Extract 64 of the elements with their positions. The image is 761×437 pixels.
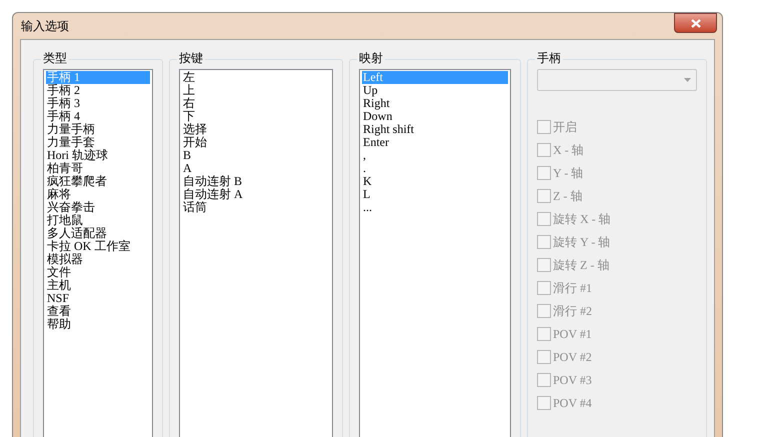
checkbox-label: POV #4	[553, 395, 592, 412]
list-item[interactable]: 开始	[182, 136, 208, 149]
group-label: 类型	[41, 50, 69, 66]
list-box[interactable]: Left Up Right Down Right shift Enter , . K L ...	[359, 69, 511, 437]
checkbox-label: 旋转 Y - 轴	[553, 234, 610, 251]
list-item[interactable]: ...	[362, 201, 373, 214]
checkbox-label: 旋转 X - 轴	[553, 211, 611, 228]
list-item[interactable]: 自动连射 B	[182, 175, 244, 188]
window-title: 输入选项	[21, 18, 69, 35]
list-item[interactable]: 卡拉 OK 工作室	[46, 240, 132, 253]
list-item[interactable]: 左	[182, 71, 196, 84]
checkbox-label: 旋转 Z - 轴	[553, 257, 610, 274]
list-item[interactable]: 下	[182, 110, 196, 123]
list-item[interactable]: L	[362, 188, 372, 201]
checkbox-label: 开启	[553, 119, 577, 136]
checkbox-label: Y - 轴	[553, 165, 584, 182]
list-item[interactable]: 麻将	[46, 188, 72, 201]
checkbox-label: POV #2	[553, 349, 592, 366]
list-item[interactable]: Enter	[362, 136, 390, 149]
list-item[interactable]: 选择	[182, 123, 208, 136]
list-item[interactable]: 多人适配器	[46, 227, 108, 240]
list-item[interactable]: Right	[362, 97, 391, 110]
list-item[interactable]: 力量手套	[46, 136, 96, 149]
list-item[interactable]: 帮助	[46, 318, 72, 331]
list-item[interactable]: 手柄 4	[46, 110, 81, 123]
list-item[interactable]: 话筒	[182, 201, 208, 214]
close-button[interactable]	[674, 13, 717, 33]
checkbox-label: POV #1	[553, 326, 592, 343]
checkbox-label: X - 轴	[553, 142, 584, 159]
list-item[interactable]: A	[182, 162, 193, 175]
group-label: 按键	[177, 50, 205, 66]
list-item[interactable]: ,	[362, 149, 367, 162]
list-item[interactable]: Down	[362, 110, 394, 123]
checkbox-label: Z - 轴	[553, 188, 582, 205]
list-item[interactable]: .	[362, 162, 367, 175]
group-label: 映射	[357, 50, 385, 66]
list-item[interactable]: Up	[362, 84, 379, 97]
list-box[interactable]: 左 上 右 下 选择 开始 B A 自动连射 B 自动连射 A 话筒	[179, 69, 333, 437]
list-item[interactable]: Right shift	[362, 123, 416, 136]
dropdown-arrow-icon	[684, 78, 691, 82]
checkbox-label: POV #3	[553, 372, 592, 389]
list-item[interactable]: 模拟器	[46, 253, 84, 266]
list-item[interactable]: 兴奋拳击	[46, 201, 96, 214]
list-item[interactable]: 主机	[46, 279, 72, 292]
list-item[interactable]: Hori 轨迹球	[46, 149, 109, 162]
close-icon	[690, 18, 700, 28]
list-item[interactable]: 文件	[46, 266, 72, 279]
list-item[interactable]: 柏青哥	[46, 162, 84, 175]
list-item[interactable]: 右	[182, 97, 196, 110]
list-item[interactable]: 手柄 3	[46, 97, 81, 110]
group-label: 手柄	[535, 50, 563, 66]
list-box[interactable]: 手柄 1 手柄 2 手柄 3 手柄 4 力量手柄 力量手套 Hori 轨迹球 柏青哥 疯狂攀爬者 麻将 兴奋拳击 打地鼠 多人适配器 卡拉 OK 工作室 模拟器 文件 主机 NSF 查看 帮助	[43, 69, 153, 437]
list-item[interactable]: NSF	[46, 292, 70, 305]
checkbox-label: 滑行 #2	[553, 303, 592, 320]
checkbox-label: 滑行 #1	[553, 280, 592, 297]
list-item[interactable]: 疯狂攀爬者	[46, 175, 108, 188]
list-item[interactable]: 查看	[46, 305, 72, 318]
list-item[interactable]: 手柄 2	[46, 84, 81, 97]
list-item[interactable]: 力量手柄	[46, 123, 96, 136]
list-item[interactable]: K	[362, 175, 373, 188]
list-item[interactable]: 上	[182, 84, 196, 97]
list-item[interactable]: 自动连射 A	[182, 188, 244, 201]
list-item[interactable]: 打地鼠	[46, 214, 84, 227]
list-item[interactable]: B	[182, 149, 192, 162]
